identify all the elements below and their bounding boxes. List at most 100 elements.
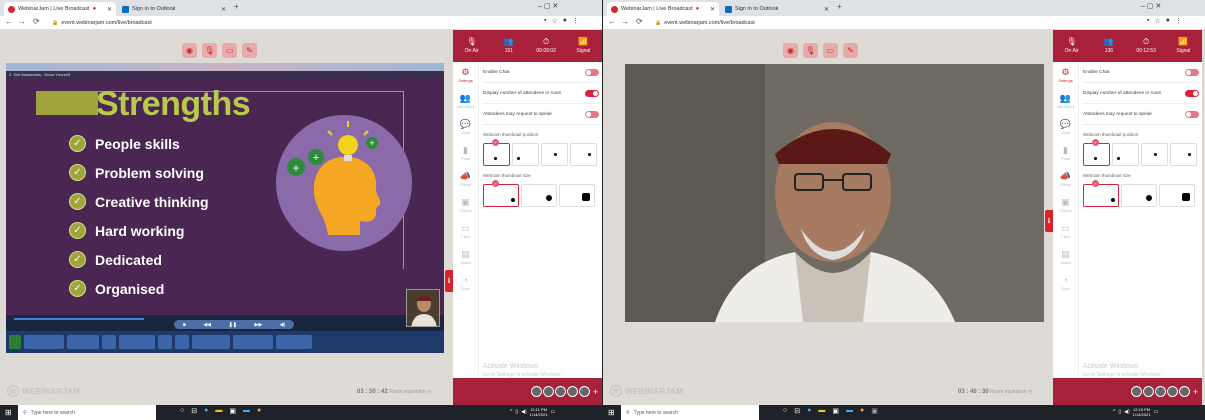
size-large[interactable] [559, 184, 595, 207]
request-speak-toggle[interactable] [1185, 110, 1199, 118]
size-small[interactable] [483, 180, 519, 207]
stop-icon[interactable]: ■ [183, 322, 186, 328]
nav-quiz[interactable]: ◔ Quiz [453, 270, 478, 296]
microphone-button[interactable]: 🎙 [803, 43, 818, 58]
position-bottom-center[interactable] [512, 143, 539, 166]
taskbar-clock[interactable]: 12:11 PM 1/14/2021 [530, 407, 548, 417]
nav-offers[interactable]: 📣 Offers [453, 166, 478, 192]
reload-icon[interactable]: ⟳ [636, 17, 643, 26]
mail-icon[interactable]: ▬ [243, 407, 250, 415]
nav-files[interactable]: ▭ Files [1053, 218, 1078, 244]
new-tab-button[interactable]: + [234, 2, 239, 11]
avatar[interactable] [1166, 386, 1178, 397]
close-tab-icon[interactable]: ✕ [107, 6, 112, 13]
store-icon[interactable]: ▣ [229, 407, 236, 415]
microphone-button[interactable]: 🎙 [202, 43, 217, 58]
avatar[interactable] [554, 386, 566, 397]
avatar[interactable] [1154, 386, 1166, 397]
store-icon[interactable]: ▣ [832, 407, 839, 415]
url-field[interactable]: 🔒 event.webinarjam.com/live/broadcast [655, 18, 755, 28]
camera-indicator-icon[interactable]: ▪ [544, 17, 546, 25]
task-view-icon[interactable]: ⊟ [191, 407, 197, 415]
avatar[interactable] [1178, 386, 1190, 397]
app-icon[interactable]: ▣ [871, 407, 878, 415]
tab-webinarjam[interactable]: WebinarJam | Live Broadcast ● ✕ [4, 2, 116, 16]
taskbar-clock[interactable]: 12:15 PM 1/14/2021 [1133, 407, 1151, 417]
nav-files[interactable]: ▭ Files [453, 218, 478, 244]
back-icon[interactable]: ← [5, 17, 13, 26]
pause-icon[interactable]: ❚❚ [229, 322, 237, 328]
fast-forward-icon[interactable]: ▶▶ [254, 322, 262, 328]
screen-share-button[interactable]: ▭ [222, 43, 237, 58]
menu-dots-icon[interactable]: ⋮ [572, 17, 579, 25]
nav-quiz[interactable]: ◔ Quiz [1053, 270, 1078, 296]
nav-offers[interactable]: 📣 Offers [1053, 166, 1078, 192]
nav-chat[interactable]: 💬 Chat [453, 114, 478, 140]
close-tab-icon[interactable]: ✕ [710, 6, 715, 13]
webcam-button[interactable]: ◉ [783, 43, 798, 58]
chrome-icon[interactable]: ● [860, 407, 864, 415]
reload-icon[interactable]: ⟳ [33, 17, 40, 26]
notification-icon[interactable]: ▭ [1153, 409, 1158, 415]
progress-track[interactable] [14, 318, 144, 320]
size-medium[interactable] [1121, 184, 1157, 207]
tab-outlook[interactable]: Sign in to Outlook ✕ [721, 2, 833, 16]
position-bottom-center[interactable] [1112, 143, 1139, 166]
enable-chat-toggle[interactable] [585, 68, 599, 76]
avatar[interactable] [566, 386, 578, 397]
windows-start-icon[interactable]: ⊞ [608, 408, 615, 417]
draw-button[interactable]: ✎ [242, 43, 257, 58]
webcam-button[interactable]: ◉ [182, 43, 197, 58]
window-controls[interactable]: – ▢ ✕ [538, 2, 558, 10]
task-view-icon[interactable]: ⊟ [794, 407, 800, 415]
url-field[interactable]: 🔒 event.webinarjam.com/live/broadcast [52, 18, 152, 28]
nav-slides[interactable]: ▤ Slides [453, 244, 478, 270]
edge-icon[interactable]: ● [807, 407, 811, 415]
tab-webinarjam[interactable]: WebinarJam | Live Broadcast ● ✕ [607, 2, 719, 16]
size-small[interactable] [1083, 180, 1119, 207]
collapse-panel-button[interactable]: ℹ [1045, 210, 1053, 232]
rewind-icon[interactable]: ◀◀ [203, 322, 211, 328]
size-large[interactable] [1159, 184, 1195, 207]
volume-icon[interactable]: ◀) [280, 322, 286, 328]
nav-slides[interactable]: ▤ Slides [1053, 244, 1078, 270]
chrome-icon[interactable]: ● [257, 407, 261, 415]
bookmark-star-icon[interactable]: ☆ [1154, 17, 1160, 25]
position-bottom-left[interactable] [483, 139, 510, 166]
file-explorer-icon[interactable]: ▬ [818, 407, 825, 415]
collapse-panel-button[interactable]: ℹ [445, 270, 453, 292]
request-speak-toggle[interactable] [585, 110, 599, 118]
avatar[interactable] [530, 386, 542, 397]
nav-videos[interactable]: ▣ Videos [1053, 192, 1078, 218]
display-attendees-toggle[interactable] [585, 89, 599, 97]
forward-icon[interactable]: → [621, 17, 629, 26]
taskbar-search[interactable]: ⚲ Type here to search [621, 405, 759, 420]
nav-polls[interactable]: ▮ Polls [1053, 140, 1078, 166]
notification-icon[interactable]: ▭ [550, 409, 555, 415]
windows-start-icon[interactable]: ⊞ [5, 408, 12, 417]
nav-polls[interactable]: ▮ Polls [453, 140, 478, 166]
avatar[interactable] [1130, 386, 1142, 397]
volume-icon[interactable]: ◀) [1124, 409, 1130, 415]
window-controls[interactable]: – ▢ ✕ [1141, 2, 1161, 10]
volume-icon[interactable]: ◀) [521, 409, 527, 415]
position-top-right[interactable] [1170, 143, 1197, 166]
file-explorer-icon[interactable]: ▬ [215, 407, 222, 415]
mail-icon[interactable]: ▬ [846, 407, 853, 415]
forward-icon[interactable]: → [18, 17, 26, 26]
nav-attendees[interactable]: 👥 Attendees [1053, 88, 1078, 114]
size-medium[interactable] [521, 184, 557, 207]
add-panelist-icon[interactable]: + [593, 387, 598, 397]
profile-icon[interactable]: ● [563, 17, 567, 25]
back-icon[interactable]: ← [608, 17, 616, 26]
position-top-right-inner[interactable] [1141, 143, 1168, 166]
nav-videos[interactable]: ▣ Videos [453, 192, 478, 218]
display-attendees-toggle[interactable] [1185, 89, 1199, 97]
nav-settings[interactable]: ⚙ Settings [453, 62, 478, 88]
cortana-icon[interactable]: ○ [180, 407, 184, 415]
nav-settings[interactable]: ⚙ Settings [1053, 62, 1078, 88]
avatar[interactable] [542, 386, 554, 397]
position-bottom-left[interactable] [1083, 139, 1110, 166]
chevron-up-icon[interactable]: ^ [510, 409, 512, 415]
position-top-right[interactable] [570, 143, 597, 166]
